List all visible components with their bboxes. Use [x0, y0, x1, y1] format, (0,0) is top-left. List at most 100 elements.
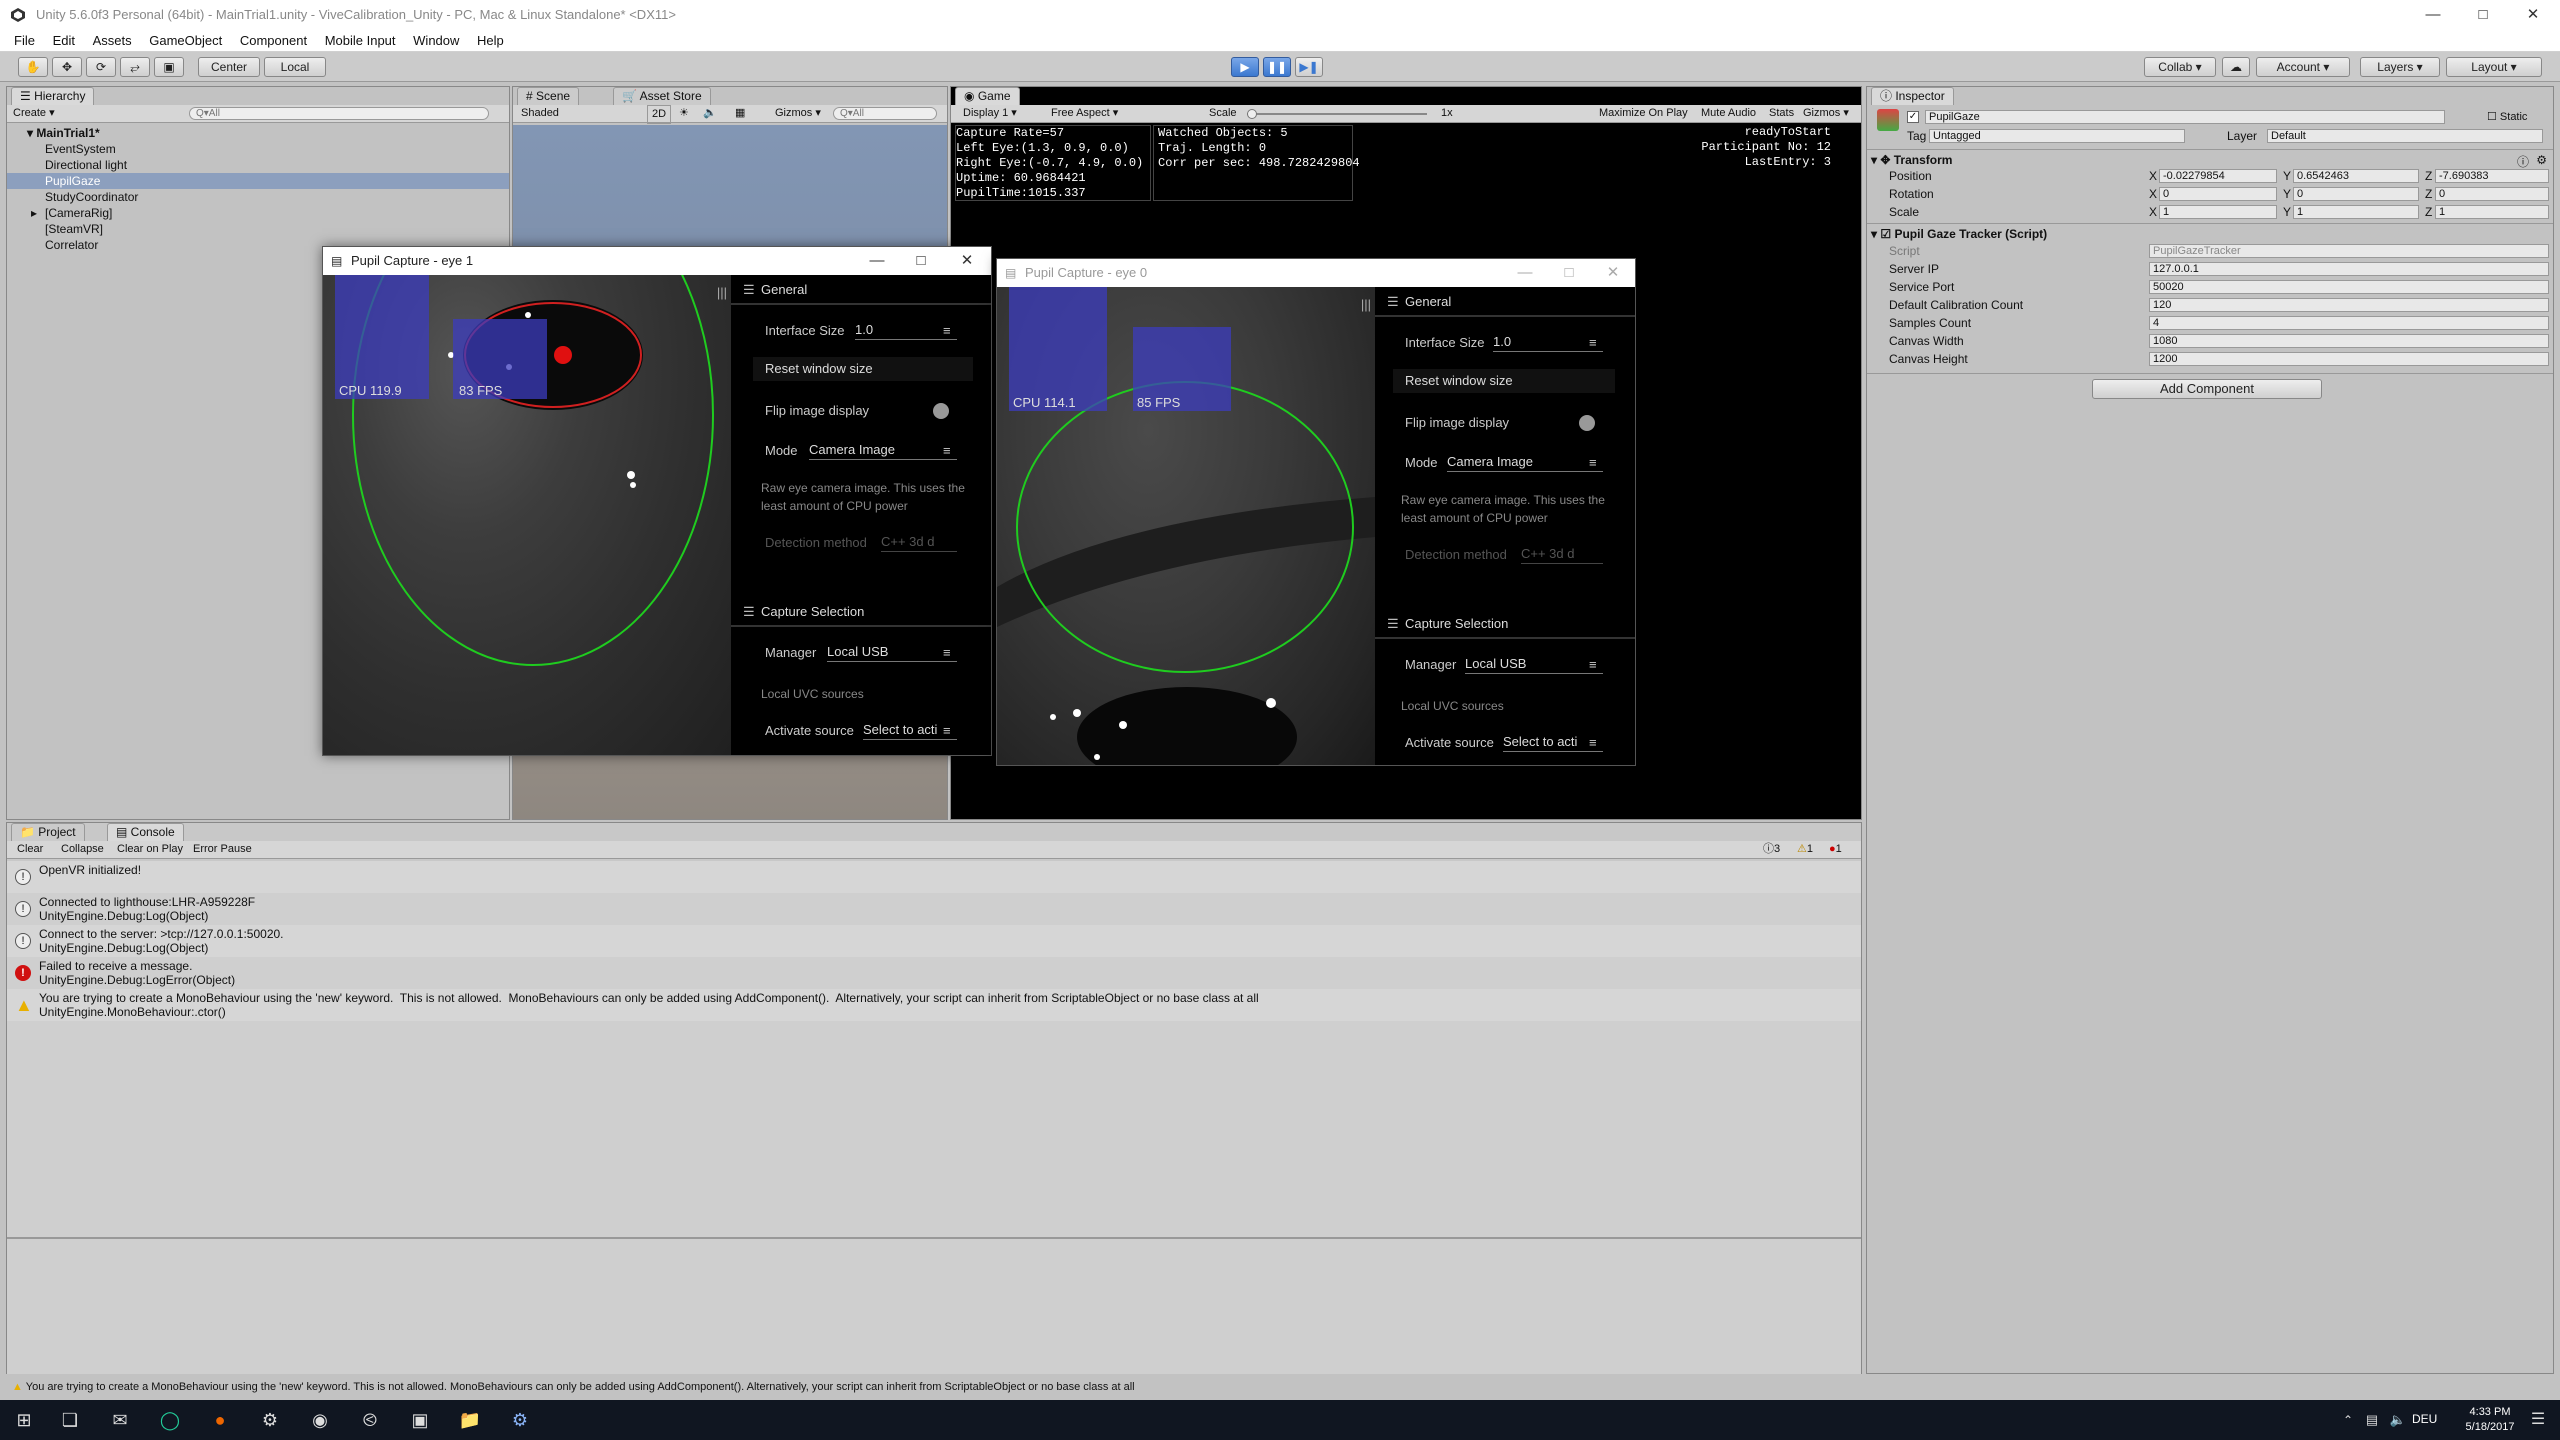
menu-mobile-input[interactable]: Mobile Input	[325, 33, 396, 48]
aspect-dropdown[interactable]: Free Aspect ▾	[1051, 105, 1118, 122]
menu-gameobject[interactable]: GameObject	[149, 33, 222, 48]
reset-window-size-button[interactable]: Reset window size	[753, 357, 973, 381]
scale-z-field[interactable]: 1	[2435, 205, 2549, 219]
scene-root-item[interactable]: ▾ MainTrial1*	[7, 125, 509, 141]
unity-icon[interactable]: ▣	[408, 1408, 432, 1432]
transform-header[interactable]: ▾ ✥ Transform	[1871, 153, 1952, 167]
layers-button[interactable]: Layers ▾	[2360, 57, 2440, 77]
pause-button[interactable]: ❚❚	[1263, 57, 1291, 77]
menu-component[interactable]: Component	[240, 33, 307, 48]
static-toggle[interactable]: ☐ Static	[2487, 110, 2527, 123]
close-button[interactable]: ✕	[2510, 0, 2556, 30]
volume-icon[interactable]: 🔈	[2386, 1408, 2410, 1432]
hierarchy-item-pupilgaze[interactable]: PupilGaze	[7, 173, 509, 189]
mode-select[interactable]: Camera Image	[809, 441, 957, 460]
script-component-header[interactable]: ▾ ☑ Pupil Gaze Tracker (Script)	[1871, 227, 2047, 241]
error-count-toggle[interactable]: ●1	[1829, 841, 1842, 858]
samples-count-field[interactable]: 4	[2149, 316, 2549, 330]
lighting-icon[interactable]: ☀	[679, 105, 689, 122]
move-tool-icon[interactable]: ✥	[52, 57, 82, 77]
scale-tool-icon[interactable]: ⥂	[120, 57, 150, 77]
cloud-icon[interactable]: ☁	[2222, 57, 2250, 77]
scale-slider[interactable]	[1247, 113, 1427, 115]
scale-slider-thumb[interactable]	[1247, 109, 1257, 119]
create-dropdown[interactable]: Create ▾	[13, 105, 55, 122]
hierarchy-search-input[interactable]: Q▾All	[189, 107, 489, 120]
hierarchy-item-directional-light[interactable]: Directional light	[7, 157, 509, 173]
manager-select[interactable]: Local USB	[827, 643, 957, 662]
mode-2d-toggle[interactable]: 2D	[647, 105, 672, 124]
flip-image-toggle[interactable]	[933, 403, 949, 419]
log-entry[interactable]: ! Connect to the server: >tcp://127.0.0.…	[7, 925, 1861, 957]
mode-select[interactable]: Camera Image	[1447, 453, 1603, 472]
general-section-header[interactable]: ☰ General	[731, 275, 991, 305]
hand-tool-icon[interactable]: ✋	[18, 57, 48, 77]
stats-toggle[interactable]: Stats	[1769, 105, 1794, 122]
log-entry[interactable]: ! Connected to lighthouse:LHR-A959228F U…	[7, 893, 1861, 925]
hierarchy-item-camerarig[interactable]: ▸ [CameraRig]	[7, 205, 509, 221]
menu-file[interactable]: File	[14, 33, 35, 48]
info-count-toggle[interactable]: ⓘ3	[1763, 841, 1780, 858]
steamvr-icon[interactable]: ◉	[308, 1408, 332, 1432]
layer-dropdown[interactable]: Default	[2267, 129, 2543, 143]
layout-button[interactable]: Layout ▾	[2446, 57, 2542, 77]
collab-button[interactable]: Collab ▾	[2144, 57, 2216, 77]
activate-source-select[interactable]: Select to acti	[1503, 733, 1603, 752]
task-view-icon[interactable]: ❏	[58, 1408, 82, 1432]
file-explorer-icon[interactable]: 📁	[458, 1408, 482, 1432]
log-entry[interactable]: ! OpenVR initialized!	[7, 861, 1861, 893]
close-button[interactable]: ✕	[1591, 259, 1635, 287]
log-entry[interactable]: ! Failed to receive a message. UnityEngi…	[7, 957, 1861, 989]
calibration-count-field[interactable]: 120	[2149, 298, 2549, 312]
general-section-header[interactable]: ☰ General	[1375, 287, 1635, 317]
expand-arrow-icon[interactable]: ▸	[31, 205, 37, 221]
menu-grip-icon[interactable]: |||	[1361, 297, 1371, 312]
tab-console[interactable]: ▤ Console	[107, 823, 184, 841]
manager-select[interactable]: Local USB	[1465, 655, 1603, 674]
rect-tool-icon[interactable]: ▣	[154, 57, 184, 77]
pivot-center-button[interactable]: Center	[198, 57, 260, 77]
tab-project[interactable]: 📁 Project	[11, 823, 85, 841]
help-icon[interactable]: ⓘ	[2517, 153, 2529, 170]
notifications-icon[interactable]: ☰	[2526, 1408, 2550, 1432]
position-x-field[interactable]: -0.02279854	[2159, 169, 2277, 183]
tab-game[interactable]: ◉ Game	[955, 87, 1020, 105]
minimize-button[interactable]: —	[855, 247, 899, 275]
menu-edit[interactable]: Edit	[53, 33, 75, 48]
language-indicator[interactable]: DEU	[2412, 1412, 2437, 1426]
status-bar[interactable]: ▲ You are trying to create a MonoBehavio…	[0, 1374, 2560, 1400]
shading-dropdown[interactable]: Shaded	[521, 105, 559, 122]
add-component-button[interactable]: Add Component	[2092, 379, 2322, 399]
service-port-field[interactable]: 50020	[2149, 280, 2549, 294]
game-gizmos-dropdown[interactable]: Gizmos ▾	[1803, 105, 1849, 122]
hierarchy-item-studycoordinator[interactable]: StudyCoordinator	[7, 189, 509, 205]
mail-icon[interactable]: ✉	[108, 1408, 132, 1432]
reset-window-size-button[interactable]: Reset window size	[1393, 369, 1615, 393]
maximize-button[interactable]: □	[899, 247, 943, 275]
play-button[interactable]: ▶	[1231, 57, 1259, 77]
maximize-button[interactable]: □	[2460, 0, 2506, 30]
tab-inspector[interactable]: ⓘ Inspector	[1871, 87, 1954, 105]
tab-scene[interactable]: # Scene	[517, 87, 580, 105]
rotation-z-field[interactable]: 0	[2435, 187, 2549, 201]
position-y-field[interactable]: 0.6542463	[2293, 169, 2419, 183]
windows-start-icon[interactable]: ⊞	[12, 1408, 36, 1432]
app-ring-icon[interactable]: ◯	[158, 1408, 182, 1432]
rotation-y-field[interactable]: 0	[2293, 187, 2419, 201]
clock[interactable]: 4:33 PM 5/18/2017	[2454, 1405, 2526, 1435]
menu-assets[interactable]: Assets	[93, 33, 132, 48]
interface-size-select[interactable]: 1.0	[1493, 333, 1603, 352]
step-button[interactable]: ▶❚	[1295, 57, 1323, 77]
rotation-x-field[interactable]: 0	[2159, 187, 2277, 201]
minimize-button[interactable]: —	[2410, 0, 2456, 30]
maximize-on-play-toggle[interactable]: Maximize On Play	[1599, 105, 1688, 122]
tag-dropdown[interactable]: Untagged	[1929, 129, 2185, 143]
eye1-camera-view[interactable]: CPU 119.9 83 FPS |||	[323, 275, 731, 755]
position-z-field[interactable]: -7.690383	[2435, 169, 2549, 183]
canvas-width-field[interactable]: 1080	[2149, 334, 2549, 348]
canvas-height-field[interactable]: 1200	[2149, 352, 2549, 366]
pupil-capture-icon[interactable]: ⚙	[508, 1408, 532, 1432]
firefox-icon[interactable]: ●	[208, 1408, 232, 1432]
tab-hierarchy[interactable]: ☰ Hierarchy	[11, 87, 95, 105]
error-pause-button[interactable]: Error Pause	[193, 841, 252, 858]
